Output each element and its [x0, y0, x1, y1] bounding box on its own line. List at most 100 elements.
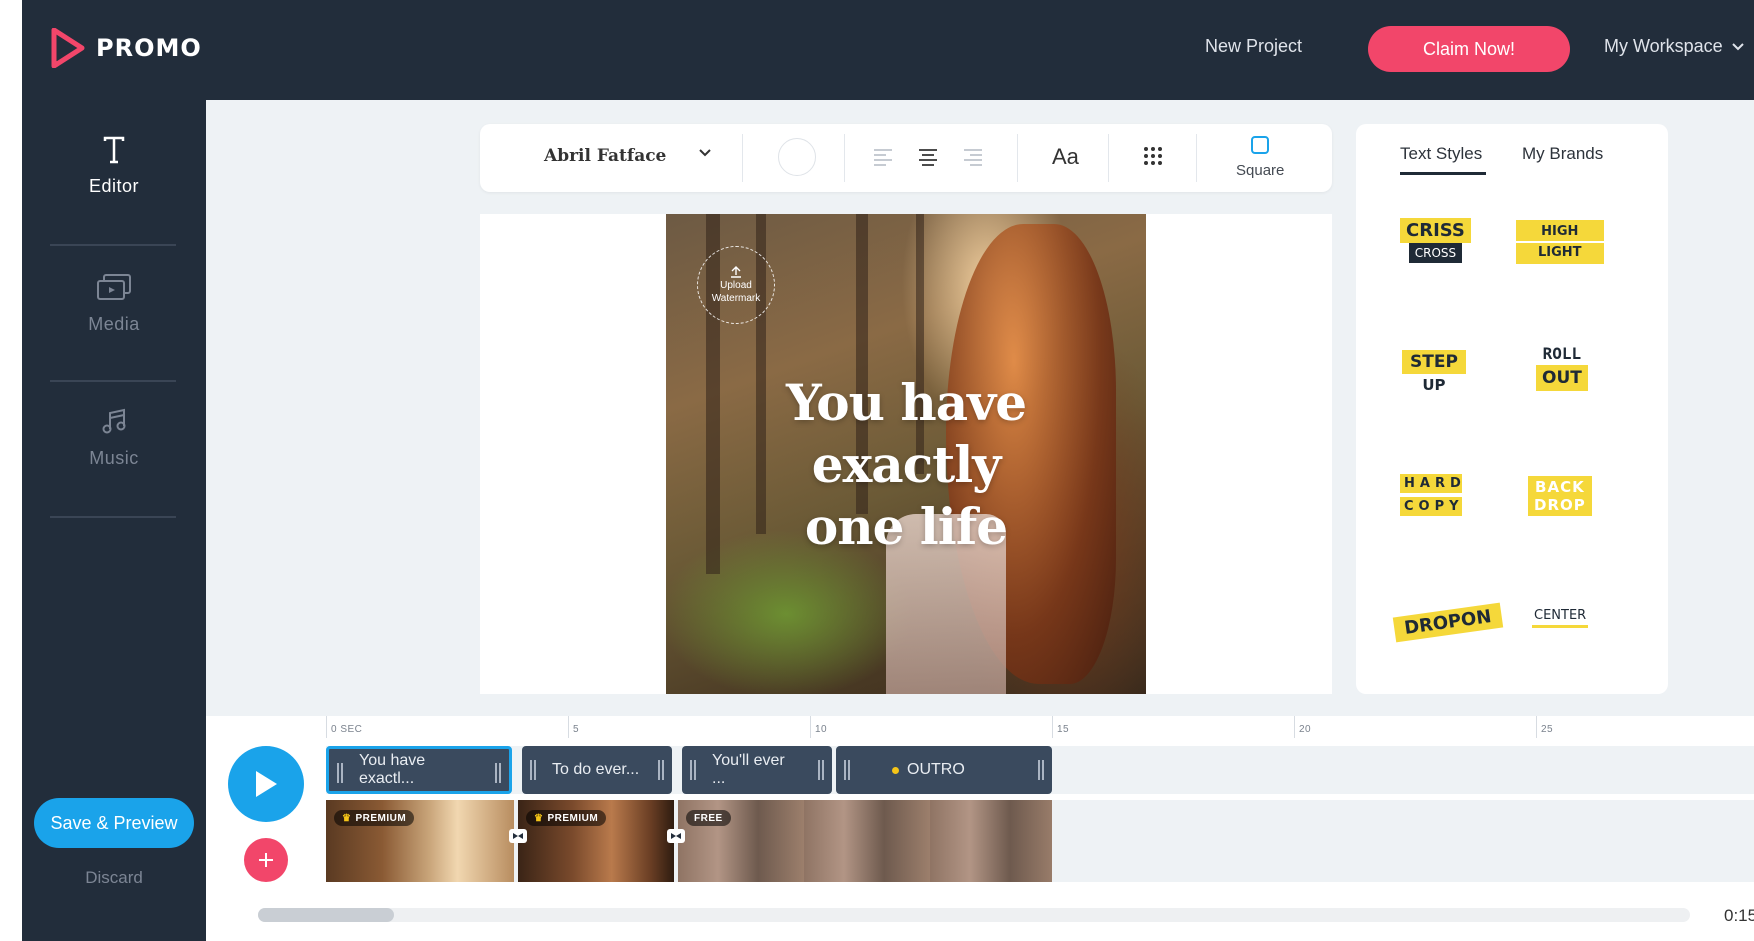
- scrollbar-thumb[interactable]: [258, 908, 394, 922]
- media-icon: [97, 274, 131, 300]
- crown-icon: ♛: [534, 812, 544, 824]
- save-preview-button[interactable]: Save & Preview: [34, 798, 194, 848]
- headline-line: You have: [785, 373, 1027, 432]
- new-project-link[interactable]: New Project: [1205, 36, 1302, 57]
- transition-icon[interactable]: [667, 829, 685, 843]
- text-case-button[interactable]: Aa: [1052, 144, 1079, 170]
- free-badge: FREE: [686, 810, 731, 826]
- sidebar-item-editor[interactable]: Editor: [22, 136, 206, 197]
- logo[interactable]: PROMO: [50, 28, 202, 68]
- toolbar-divider: [1108, 134, 1109, 182]
- style-backdrop[interactable]: BACK DROP: [1528, 476, 1592, 516]
- sidebar-divider: [50, 516, 176, 518]
- left-margin: [0, 0, 22, 941]
- sidebar: Editor Media Music Save & Preview Discar…: [22, 100, 206, 941]
- aspect-ratio-label[interactable]: Square: [1236, 162, 1284, 179]
- clip-handle-right[interactable]: [1038, 760, 1044, 780]
- my-workspace-menu[interactable]: My Workspace: [1604, 36, 1745, 57]
- ruler-label: 20: [1299, 724, 1312, 735]
- premium-badge: ♛ PREMIUM: [334, 810, 415, 826]
- clip-handle-right[interactable]: [495, 763, 501, 783]
- style-center[interactable]: CENTER: [1532, 608, 1589, 628]
- ruler-tick: [326, 716, 327, 738]
- upload-icon: [731, 266, 741, 278]
- style-top: ROLL: [1542, 344, 1582, 363]
- style-top: HARD: [1400, 474, 1462, 493]
- badge-label: PREMIUM: [547, 812, 599, 824]
- media-clip[interactable]: ♛ PREMIUM: [326, 800, 514, 882]
- tab-my-brands[interactable]: My Brands: [1522, 144, 1603, 164]
- claim-now-button[interactable]: Claim Now!: [1368, 26, 1570, 72]
- transition-icon[interactable]: [509, 829, 527, 843]
- timeline-scrollbar[interactable]: [258, 908, 1690, 922]
- clip-label: OUTRO: [907, 761, 965, 778]
- align-left-icon[interactable]: [873, 148, 893, 166]
- text-clip[interactable]: You have exactl...: [326, 746, 512, 794]
- sidebar-item-music[interactable]: Music: [22, 408, 206, 469]
- align-center-icon[interactable]: [918, 148, 938, 166]
- clip-handle-right[interactable]: [658, 760, 664, 780]
- style-step-up[interactable]: STEP UP: [1402, 350, 1466, 394]
- timecode: 0:15: [1724, 906, 1754, 925]
- square-ratio-icon[interactable]: [1251, 136, 1269, 154]
- style-criss-cross[interactable]: CRISS CROSS: [1400, 218, 1471, 263]
- style-bottom: DROP: [1534, 496, 1586, 514]
- sidebar-item-label: Music: [89, 448, 139, 468]
- music-icon: [102, 408, 126, 434]
- active-tab-indicator: [1400, 172, 1486, 175]
- headline-text[interactable]: You have exactly one life: [666, 372, 1146, 558]
- text-clip[interactable]: To do ever...: [522, 746, 672, 794]
- media-clip[interactable]: FREE: [678, 800, 1052, 882]
- badge-label: FREE: [694, 812, 723, 824]
- ruler-label: 5: [573, 724, 580, 735]
- chevron-down-icon[interactable]: [698, 148, 712, 158]
- watermark-label-line1: Upload: [720, 280, 752, 291]
- upload-watermark-button[interactable]: Upload Watermark: [697, 246, 775, 324]
- style-hard-copy[interactable]: HARD COPY: [1400, 474, 1462, 516]
- clip-handle-left[interactable]: [844, 760, 850, 780]
- play-button[interactable]: [228, 746, 304, 822]
- sidebar-item-label: Media: [88, 314, 140, 334]
- clip-handle-left[interactable]: [530, 760, 536, 780]
- add-scene-button[interactable]: [244, 838, 288, 882]
- style-bottom: OUT: [1536, 365, 1588, 391]
- media-clip[interactable]: ♛ PREMIUM: [518, 800, 674, 882]
- style-drop-on[interactable]: DROPON: [1392, 602, 1503, 643]
- text-clip[interactable]: You'll ever ...: [682, 746, 832, 794]
- text-clip-outro[interactable]: OUTRO: [836, 746, 1052, 794]
- style-top: BACK: [1535, 478, 1585, 496]
- sidebar-item-media[interactable]: Media: [22, 272, 206, 335]
- clip-label: You have exactl...: [359, 752, 426, 787]
- ruler-label: 25: [1541, 724, 1554, 735]
- badge-label: PREMIUM: [355, 812, 407, 824]
- sidebar-item-label: Editor: [88, 176, 140, 196]
- timeline: 0 SEC 5 10 15 20 25 You have exactl... T…: [206, 716, 1754, 941]
- ruler-tick: [810, 716, 811, 738]
- grid-icon[interactable]: [1143, 146, 1163, 166]
- style-bottom: CROSS: [1408, 243, 1463, 263]
- ruler-label: 10: [815, 724, 828, 735]
- text-color-picker[interactable]: [778, 138, 816, 176]
- text-icon: [103, 136, 125, 164]
- style-highlight[interactable]: HIGH LIGHT: [1516, 220, 1604, 264]
- sidebar-divider: [50, 244, 176, 246]
- style-top: DROPON: [1392, 602, 1503, 643]
- style-bottom: COPY: [1400, 497, 1462, 516]
- align-right-icon[interactable]: [963, 148, 983, 166]
- plus-icon: [259, 853, 273, 867]
- tab-text-styles[interactable]: Text Styles: [1400, 144, 1482, 164]
- clip-label: To do ever...: [552, 761, 640, 778]
- video-preview[interactable]: Upload Watermark You have exactly one li…: [666, 214, 1146, 694]
- ruler-tick: [1052, 716, 1053, 738]
- discard-link[interactable]: Discard: [22, 868, 206, 888]
- style-roll-out[interactable]: ROLL OUT: [1536, 344, 1588, 391]
- headline-line: exactly: [811, 435, 1002, 494]
- app-name: PROMO: [96, 34, 202, 62]
- sidebar-divider: [50, 380, 176, 382]
- style-bottom: LIGHT: [1516, 241, 1604, 262]
- clip-handle-left[interactable]: [337, 763, 343, 783]
- clip-handle-right[interactable]: [818, 760, 824, 780]
- toolbar-divider: [1017, 134, 1018, 182]
- clip-handle-left[interactable]: [690, 760, 696, 780]
- font-select[interactable]: Abril Fatface: [544, 146, 666, 166]
